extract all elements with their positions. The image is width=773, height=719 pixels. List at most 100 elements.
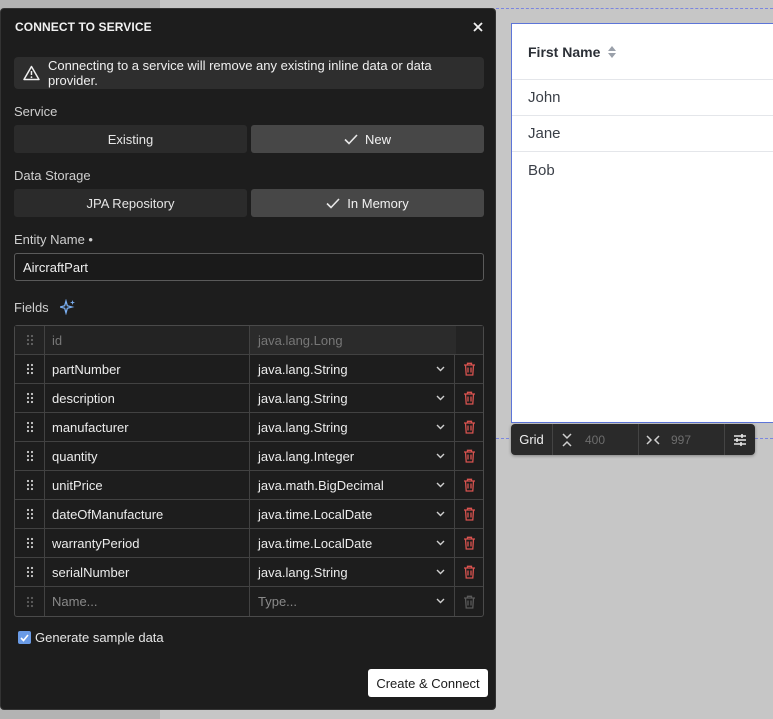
dialog-title: CONNECT TO SERVICE (15, 20, 152, 34)
trash-icon (463, 420, 475, 434)
field-type-select[interactable]: java.lang.String (250, 384, 455, 412)
delete-button[interactable] (455, 355, 483, 383)
field-type-value: java.lang.String (258, 564, 348, 580)
height-value[interactable]: 400 (585, 433, 605, 447)
drag-handle-icon (26, 392, 33, 404)
field-type-select[interactable]: java.lang.String (250, 355, 455, 383)
drag-handle[interactable] (15, 355, 45, 383)
trash-icon (463, 478, 475, 492)
delete-button[interactable] (455, 471, 483, 499)
connect-service-dialog: CONNECT TO SERVICE Connecting to a servi… (0, 8, 496, 710)
grid-column-header[interactable]: First Name (512, 24, 773, 80)
fields-label: Fields (14, 299, 49, 315)
segment-label: In Memory (347, 195, 409, 211)
width-value[interactable]: 997 (671, 433, 691, 447)
field-name-input[interactable]: serialNumber (45, 558, 250, 586)
sort-icon[interactable] (608, 45, 617, 58)
grid-cell: John (528, 89, 561, 106)
storage-in-memory-button[interactable]: In Memory (251, 189, 484, 217)
drag-handle-icon (26, 334, 33, 346)
generate-sample-option[interactable]: Generate sample data (18, 630, 164, 645)
delete-button[interactable] (455, 529, 483, 557)
field-type-select[interactable]: java.lang.String (250, 413, 455, 441)
data-grid[interactable]: First Name John Jane Bob (511, 23, 773, 423)
grid-row[interactable]: Jane (512, 116, 773, 152)
generate-sample-checkbox[interactable] (18, 631, 31, 644)
sliders-icon (734, 433, 746, 446)
field-type-select[interactable]: java.lang.String (250, 558, 455, 586)
field-type-placeholder: Type... (258, 594, 298, 609)
field-row: dateOfManufacture java.time.LocalDate (15, 500, 483, 529)
field-type-value: java.time.LocalDate (258, 506, 373, 522)
fields-table: id java.lang.Long partNumber java.lang.S… (14, 325, 484, 617)
drag-handle-icon (26, 479, 33, 491)
checkmark-icon (20, 633, 29, 642)
field-name-input[interactable]: warrantyPeriod (45, 529, 250, 557)
storage-jpa-button[interactable]: JPA Repository (14, 189, 247, 217)
delete-button[interactable] (455, 413, 483, 441)
segment-label: New (364, 131, 391, 147)
field-name-input[interactable]: partNumber (45, 355, 250, 383)
new-field-type-select[interactable]: Type... (250, 587, 455, 616)
width-field[interactable]: 997 (639, 424, 725, 455)
field-type-value: java.lang.String (258, 390, 348, 406)
field-row: manufacturer java.lang.String (15, 413, 483, 442)
field-row-id: id java.lang.Long (15, 326, 483, 355)
service-label: Service (14, 104, 58, 119)
grid-cell: Jane (528, 125, 561, 142)
data-storage-label: Data Storage (14, 168, 91, 183)
chevron-down-icon (436, 511, 445, 517)
column-header-label: First Name (528, 43, 601, 60)
field-name-input[interactable]: quantity (45, 442, 250, 470)
close-icon[interactable] (471, 20, 485, 34)
segment-label: JPA Repository (86, 195, 175, 211)
drag-handle[interactable] (15, 500, 45, 528)
settings-button[interactable] (725, 424, 755, 455)
delete-button[interactable] (455, 558, 483, 586)
field-name-input[interactable]: dateOfManufacture (45, 500, 250, 528)
field-type-select[interactable]: java.math.BigDecimal (250, 471, 455, 499)
field-row: partNumber java.lang.String (15, 355, 483, 384)
chevron-down-icon (436, 598, 445, 604)
drag-handle[interactable] (15, 558, 45, 586)
drag-handle[interactable] (15, 529, 45, 557)
field-type-value: java.lang.Integer (258, 448, 355, 464)
grid-row[interactable]: Bob (512, 152, 773, 188)
chevron-down-icon (436, 424, 445, 430)
new-field-name-input[interactable]: Name... (45, 587, 250, 616)
trash-icon (463, 565, 475, 579)
drag-handle[interactable] (15, 442, 45, 470)
grid-cell: Bob (528, 161, 555, 179)
trash-icon (463, 391, 475, 405)
field-type-select[interactable]: java.lang.Integer (250, 442, 455, 470)
create-and-connect-button[interactable]: Create & Connect (368, 669, 488, 697)
chevron-down-icon (436, 540, 445, 546)
field-type-select[interactable]: java.time.LocalDate (250, 500, 455, 528)
delete-button[interactable] (455, 384, 483, 412)
warning-banner: Connecting to a service will remove any … (14, 57, 484, 89)
sparkle-icon[interactable] (59, 299, 76, 315)
drag-handle-icon (26, 566, 33, 578)
field-row: warrantyPeriod java.time.LocalDate (15, 529, 483, 558)
drag-handle[interactable] (15, 384, 45, 412)
field-type-value: java.lang.String (258, 361, 348, 377)
grid-row[interactable]: John (512, 80, 773, 116)
drag-handle[interactable] (15, 413, 45, 441)
drag-handle[interactable] (15, 471, 45, 499)
fields-heading: Fields (14, 299, 76, 315)
field-name-input[interactable]: manufacturer (45, 413, 250, 441)
entity-name-input[interactable] (14, 253, 484, 281)
segment-label: Existing (107, 131, 154, 147)
drag-handle (15, 587, 45, 616)
drag-handle (15, 326, 45, 354)
service-new-button[interactable]: New (251, 125, 484, 153)
delete-button[interactable] (455, 442, 483, 470)
field-type-select[interactable]: java.time.LocalDate (250, 529, 455, 557)
field-name-input[interactable]: description (45, 384, 250, 412)
delete-cell (456, 326, 483, 354)
service-existing-button[interactable]: Existing (14, 125, 247, 153)
delete-button[interactable] (455, 500, 483, 528)
height-field[interactable]: 400 (553, 424, 639, 455)
field-name-input[interactable]: unitPrice (45, 471, 250, 499)
entity-name-label: Entity Name • (14, 232, 93, 247)
